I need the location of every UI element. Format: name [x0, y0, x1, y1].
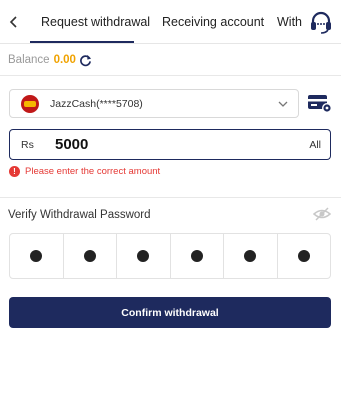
amount-field[interactable]: Rs All: [9, 129, 331, 160]
back-arrow-icon[interactable]: [7, 12, 21, 32]
password-digit-cell[interactable]: [278, 234, 331, 278]
error-icon: !: [9, 166, 20, 177]
confirm-withdrawal-button[interactable]: Confirm withdrawal: [9, 297, 331, 328]
password-dot: [83, 250, 96, 262]
tab-bar: Request withdrawal Receiving account Wit…: [0, 0, 341, 44]
jazzcash-logo-icon: [21, 94, 39, 113]
password-dot: [244, 250, 257, 262]
eye-slash-icon[interactable]: [313, 207, 331, 221]
password-input[interactable]: [9, 233, 331, 279]
error-message: ! Please enter the correct amount: [9, 166, 160, 177]
balance-value: 0.00: [53, 54, 76, 66]
currency-label: Rs: [21, 138, 34, 151]
chevron-down-icon: [278, 101, 288, 107]
password-digit-cell[interactable]: [64, 234, 117, 278]
tab-receiving-account[interactable]: Receiving account: [162, 15, 264, 29]
password-digit-cell[interactable]: [117, 234, 171, 278]
password-digit-cell[interactable]: [171, 234, 224, 278]
password-dot: [137, 250, 150, 262]
customer-service-headset-icon[interactable]: [308, 9, 334, 35]
active-tab-indicator: [30, 41, 134, 43]
tab-request-withdrawal[interactable]: Request withdrawal: [41, 15, 150, 29]
password-dot: [190, 250, 203, 262]
balance-row: Balance 0.00: [8, 52, 92, 68]
refresh-icon[interactable]: [79, 54, 92, 67]
password-dot: [30, 250, 43, 262]
card-settings-icon[interactable]: [307, 91, 333, 115]
amount-input[interactable]: [55, 136, 255, 153]
password-label: Verify Withdrawal Password: [8, 209, 151, 221]
tab-withdrawal-record[interactable]: With: [277, 15, 302, 29]
password-digit-cell[interactable]: [224, 234, 278, 278]
divider: [0, 75, 341, 76]
all-amount-button[interactable]: All: [309, 139, 321, 151]
password-dot: [297, 250, 310, 262]
error-text: Please enter the correct amount: [25, 166, 161, 177]
account-name: JazzCash(****5708): [50, 97, 143, 110]
divider: [0, 197, 341, 198]
receiving-account-select[interactable]: JazzCash(****5708): [9, 89, 299, 118]
password-digit-cell[interactable]: [10, 234, 64, 278]
balance-label: Balance: [8, 54, 50, 66]
